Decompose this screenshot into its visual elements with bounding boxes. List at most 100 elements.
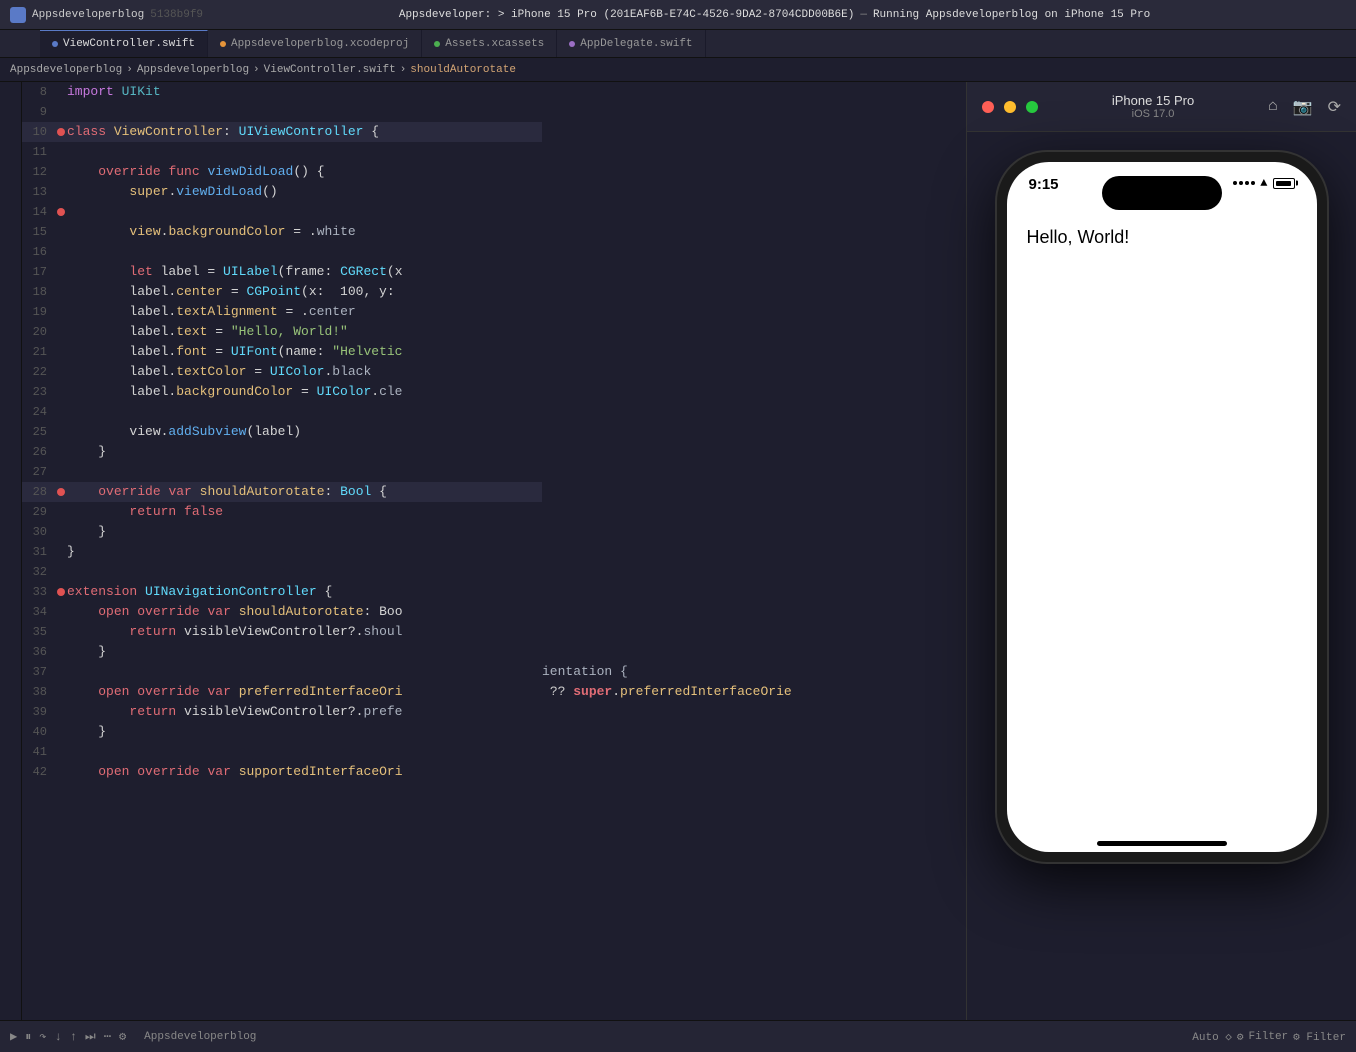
code-line-36: 36 } bbox=[22, 642, 542, 662]
code-line-20: 20 label.text = "Hello, World!" bbox=[22, 322, 542, 342]
code-content: 8 import UIKit 9 10 class ViewController… bbox=[22, 82, 542, 1020]
pause-btn[interactable]: ⏸ bbox=[25, 1030, 31, 1044]
filter-icon[interactable]: ⚙ bbox=[1237, 1030, 1244, 1044]
breadcrumb-sep3: › bbox=[400, 64, 407, 76]
sim-rotate-icon[interactable]: ⟳ bbox=[1328, 97, 1341, 117]
filter-label-right: ⚙ Filter bbox=[1293, 1030, 1346, 1044]
battery-fill bbox=[1276, 181, 1291, 186]
code-line-37: 37 bbox=[22, 662, 542, 682]
code-line-15: 15 view.backgroundColor = .white bbox=[22, 222, 542, 242]
sidebar-left bbox=[0, 82, 22, 1020]
sim-camera-icon[interactable]: 📷 bbox=[1293, 97, 1313, 117]
code-line-35: 35 return visibleViewController?.shoul bbox=[22, 622, 542, 642]
auto-label: Auto ◇ bbox=[1192, 1030, 1232, 1044]
filter-label: Filter bbox=[1249, 1031, 1289, 1043]
step-into-btn[interactable]: ↓ bbox=[54, 1030, 61, 1044]
code-line-23: 23 label.backgroundColor = UIColor.cle bbox=[22, 382, 542, 402]
breadcrumb-part2[interactable]: Appsdeveloperblog bbox=[137, 64, 249, 76]
status-time: 9:15 bbox=[1029, 176, 1059, 193]
breadcrumb-sep1: › bbox=[126, 64, 133, 76]
code-line-24: 24 bbox=[22, 402, 542, 422]
code-line-41: 41 bbox=[22, 742, 542, 762]
tab-viewcontroller[interactable]: ViewController.swift bbox=[40, 30, 208, 57]
more-btn[interactable]: ⋯ bbox=[104, 1029, 111, 1044]
dynamic-island bbox=[1102, 176, 1222, 210]
code-line-42: 42 open override var supportedInterfaceO… bbox=[22, 762, 542, 782]
continue-btn[interactable]: ⏭ bbox=[85, 1030, 96, 1044]
sim-icons: ⌂ 📷 ⟳ bbox=[1268, 97, 1341, 117]
tab-label-xcodeproj: Appsdeveloperblog.xcodeproj bbox=[231, 38, 409, 50]
traffic-light-yellow[interactable] bbox=[1004, 101, 1016, 113]
code-line-22: 22 label.textColor = UIColor.black bbox=[22, 362, 542, 382]
code-line-21: 21 label.font = UIFont(name: "Helvetic bbox=[22, 342, 542, 362]
filter-right: Auto ◇ ⚙ Filter ⚙ Filter bbox=[1192, 1030, 1346, 1044]
iphone-content: Hello, World! bbox=[1007, 217, 1317, 822]
code-editor[interactable]: 8 import UIKit 9 10 class ViewController… bbox=[22, 82, 542, 1020]
wifi-icon: ▲ bbox=[1260, 176, 1267, 190]
app-title-left: Appsdeveloperblog 5138b9f9 bbox=[10, 7, 203, 23]
code-line-25: 25 view.addSubview(label) bbox=[22, 422, 542, 442]
code-line-16: 16 bbox=[22, 242, 542, 262]
tab-dot-viewcontroller bbox=[52, 41, 58, 47]
code-line-10: 10 class ViewController: UIViewControlle… bbox=[22, 122, 542, 142]
code-line-13: 13 super.viewDidLoad() bbox=[22, 182, 542, 202]
breadcrumb-current[interactable]: shouldAutorotate bbox=[410, 64, 516, 76]
tab-appdelegate[interactable]: AppDelegate.swift bbox=[557, 30, 705, 57]
signal-dot-2 bbox=[1239, 181, 1243, 185]
signal-dot-1 bbox=[1233, 181, 1237, 185]
code-line-27: 27 bbox=[22, 462, 542, 482]
code-line-33: 33 extension UINavigationController { bbox=[22, 582, 542, 602]
sim-title-block: iPhone 15 Pro iOS 17.0 bbox=[1048, 93, 1258, 120]
sim-home-icon[interactable]: ⌂ bbox=[1268, 97, 1278, 117]
breadcrumb-sep2: › bbox=[253, 64, 260, 76]
signal-dot-3 bbox=[1245, 181, 1249, 185]
traffic-light-green[interactable] bbox=[1026, 101, 1038, 113]
tab-dot-assets bbox=[434, 41, 440, 47]
bottom-toolbar: ▶ ⏸ ↷ ↓ ↑ ⏭ ⋯ ⚙ Appsdeveloperblog Auto ◇… bbox=[0, 1020, 1356, 1052]
play-btn[interactable]: ▶ bbox=[10, 1029, 17, 1044]
code-line-17: 17 let label = UILabel(frame: CGRect(x bbox=[22, 262, 542, 282]
title-bar-center: Appsdeveloper: > iPhone 15 Pro (201EAF6B… bbox=[203, 9, 1346, 21]
tab-xcodeproj[interactable]: Appsdeveloperblog.xcodeproj bbox=[208, 30, 422, 57]
simulator-overlay: iPhone 15 Pro iOS 17.0 ⌂ 📷 ⟳ 9:15 bbox=[966, 82, 1356, 1020]
code-line-38: 38 open override var preferredInterfaceO… bbox=[22, 682, 542, 702]
app-name-status: Appsdeveloperblog bbox=[144, 1031, 256, 1043]
code-line-9: 9 bbox=[22, 102, 542, 122]
app-subtitle: 5138b9f9 bbox=[150, 9, 203, 21]
running-label: Running Appsdeveloperblog on iPhone 15 P… bbox=[873, 9, 1150, 21]
tab-label-viewcontroller: ViewController.swift bbox=[63, 38, 195, 50]
tab-dot-xcodeproj bbox=[220, 41, 226, 47]
code-line-28: 28 override var shouldAutorotate: Bool { bbox=[22, 482, 542, 502]
iphone-device: 9:15 ▲ bbox=[997, 152, 1327, 862]
code-line-31: 31 } bbox=[22, 542, 542, 562]
status-icons: ▲ bbox=[1233, 176, 1294, 190]
breadcrumb: Appsdeveloperblog › Appsdeveloperblog › … bbox=[0, 58, 1356, 82]
iphone-screen: 9:15 ▲ bbox=[1007, 162, 1317, 852]
code-line-18: 18 label.center = CGPoint(x: 100, y: bbox=[22, 282, 542, 302]
code-line-19: 19 label.textAlignment = .center bbox=[22, 302, 542, 322]
device-info: Appsdeveloper: > iPhone 15 Pro (201EAF6B… bbox=[399, 9, 854, 21]
tab-dot-appdelegate bbox=[569, 41, 575, 47]
tool-btn[interactable]: ⚙ bbox=[119, 1029, 126, 1044]
title-bar: Appsdeveloperblog 5138b9f9 Appsdeveloper… bbox=[0, 0, 1356, 30]
signal-dots bbox=[1233, 181, 1255, 185]
app-icon bbox=[10, 7, 26, 23]
code-line-11: 11 bbox=[22, 142, 542, 162]
tab-label-assets: Assets.xcassets bbox=[445, 38, 544, 50]
step-out-btn[interactable]: ↑ bbox=[70, 1030, 77, 1044]
tab-assets[interactable]: Assets.xcassets bbox=[422, 30, 557, 57]
signal-dot-4 bbox=[1251, 181, 1255, 185]
code-line-32: 32 bbox=[22, 562, 542, 582]
tab-bar: ViewController.swift Appsdeveloperblog.x… bbox=[0, 30, 1356, 58]
hello-world-text: Hello, World! bbox=[1027, 227, 1130, 247]
traffic-light-red[interactable] bbox=[982, 101, 994, 113]
breadcrumb-part1[interactable]: Appsdeveloperblog bbox=[10, 64, 122, 76]
code-line-40: 40 } bbox=[22, 722, 542, 742]
code-line-29: 29 return false bbox=[22, 502, 542, 522]
home-bar bbox=[1097, 841, 1227, 846]
breadcrumb-part3[interactable]: ViewController.swift bbox=[264, 64, 396, 76]
step-over-btn[interactable]: ↷ bbox=[39, 1029, 46, 1044]
code-line-8: 8 import UIKit bbox=[22, 82, 542, 102]
tab-label-appdelegate: AppDelegate.swift bbox=[580, 38, 692, 50]
code-line-12: 12 override func viewDidLoad() { bbox=[22, 162, 542, 182]
